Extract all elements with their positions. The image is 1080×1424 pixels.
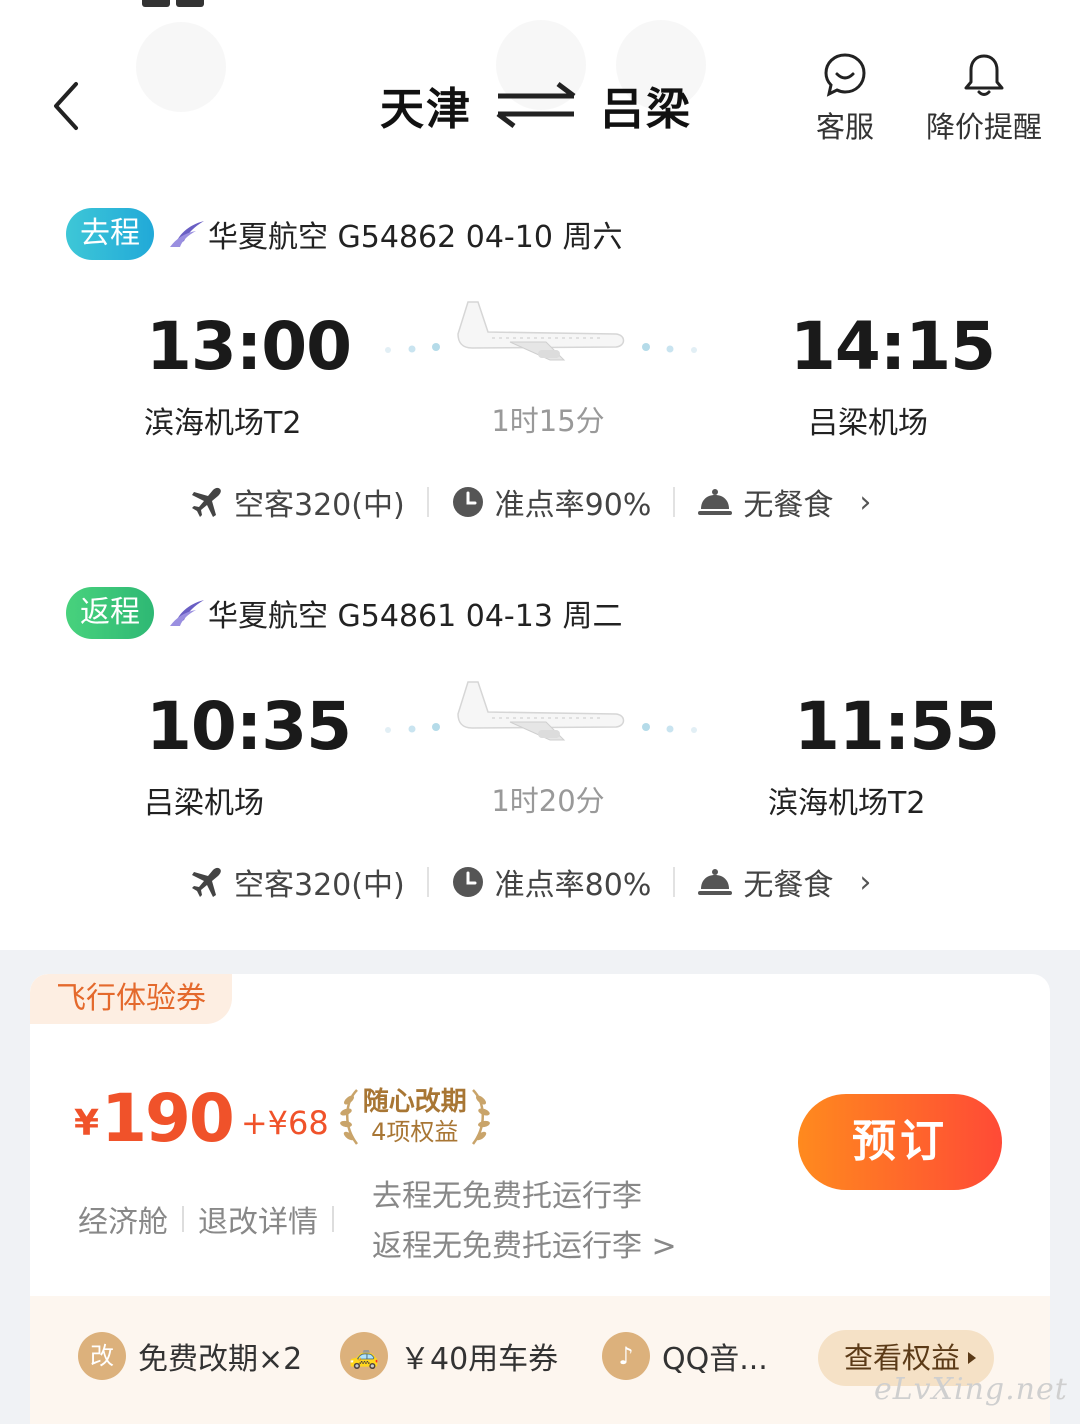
clock-icon bbox=[452, 487, 483, 517]
perk-car-voucher[interactable]: 🚕 ￥40用车券 bbox=[340, 1332, 558, 1380]
flight-summary-panel: 天津 吕梁 客服 降价提醒 去程 华夏航空 G54862 04-10 周六 13… bbox=[0, 0, 1080, 950]
outbound-header: 去程 华夏航空 G54862 04-10 周六 bbox=[66, 207, 622, 261]
customer-service-button[interactable]: 客服 bbox=[808, 52, 882, 146]
bell-icon bbox=[964, 54, 1004, 96]
refund-details-link[interactable]: 退改详情 bbox=[198, 1197, 318, 1241]
status-bar-signal bbox=[142, 0, 234, 7]
divider bbox=[673, 867, 676, 897]
price-alert-button[interactable]: 降价提醒 bbox=[924, 52, 1044, 146]
perk-label: ￥40用车券 bbox=[400, 1342, 559, 1377]
airplane-illustration bbox=[385, 681, 697, 741]
cabin-class: 经济舱 bbox=[78, 1205, 168, 1240]
benefit-title: 随心改期 bbox=[362, 1087, 467, 1117]
chevron-right-icon: › bbox=[859, 864, 872, 900]
perk-label: QQ音... bbox=[662, 1342, 768, 1377]
change-icon: 改 bbox=[78, 1332, 126, 1380]
outbound-badge: 去程 bbox=[66, 208, 154, 260]
airplane-icon bbox=[192, 867, 221, 897]
divider bbox=[426, 487, 429, 517]
outbound-aircraft-label: 空客320(中) bbox=[234, 488, 405, 523]
route-title: 天津 吕梁 bbox=[380, 70, 710, 140]
coupon-tag: 飞行体验券 bbox=[30, 974, 232, 1024]
airplane-illustration bbox=[385, 301, 697, 361]
meal-bell-icon bbox=[698, 869, 733, 895]
swap-arrows-icon[interactable] bbox=[494, 80, 578, 130]
outbound-on-time: 准点率90% bbox=[451, 480, 652, 524]
price-row: ¥ 190 +¥68 随心改期 4项权益 bbox=[74, 1072, 493, 1152]
from-city: 天津 bbox=[380, 84, 472, 135]
chat-bubble-icon bbox=[824, 53, 866, 97]
outbound-arrive-time: 14:15 bbox=[790, 308, 996, 385]
outbound-meal-label: 无餐食 bbox=[743, 488, 834, 523]
return-details-row[interactable]: 空客320(中) 准点率80% 无餐食 › bbox=[190, 857, 871, 907]
divider bbox=[332, 1206, 334, 1232]
return-duration: 1时20分 bbox=[491, 784, 605, 818]
currency-symbol: ¥ bbox=[74, 1103, 100, 1144]
laurel-left-icon bbox=[339, 1089, 358, 1145]
divider bbox=[426, 867, 429, 897]
outbound-duration: 1时15分 bbox=[491, 404, 605, 438]
outbound-details-row[interactable]: 空客320(中) 准点率90% 无餐食 › bbox=[190, 477, 871, 527]
fare-price: 190 bbox=[101, 1080, 235, 1157]
return-meal: 无餐食 bbox=[697, 860, 833, 904]
airline-logo-icon bbox=[170, 600, 204, 626]
addon-price: +¥68 bbox=[240, 1104, 329, 1142]
return-arrive-airport: 滨海机场T2 bbox=[768, 786, 926, 821]
benefit-text: 随心改期 4项权益 bbox=[363, 1087, 467, 1147]
return-header: 返程 华夏航空 G54861 04-13 周二 bbox=[66, 586, 622, 640]
outbound-depart-airport: 滨海机场T2 bbox=[144, 406, 302, 441]
return-flight-info: 华夏航空 G54861 04-13 周二 bbox=[208, 599, 623, 634]
return-badge: 返程 bbox=[66, 587, 154, 639]
benefit-subtitle: 4项权益 bbox=[371, 1118, 459, 1146]
laurel-right-icon bbox=[471, 1089, 490, 1145]
customer-service-label: 客服 bbox=[815, 110, 874, 144]
airline-logo-icon bbox=[170, 221, 204, 247]
outbound-flight-info: 华夏航空 G54862 04-10 周六 bbox=[208, 220, 623, 255]
return-aircraft-label: 空客320(中) bbox=[234, 868, 405, 903]
watermark: eLvXing.net bbox=[874, 1372, 1068, 1407]
baggage-return: 返程无免费托运行李 > bbox=[372, 1229, 677, 1264]
book-button[interactable]: 预订 bbox=[798, 1094, 1002, 1190]
outbound-on-time-label: 准点率90% bbox=[494, 488, 652, 523]
back-button[interactable] bbox=[46, 78, 90, 134]
outbound-meal: 无餐食 bbox=[697, 480, 833, 524]
baggage-info[interactable]: 去程无免费托运行李 返程无免费托运行李 > bbox=[372, 1172, 677, 1272]
return-meal-label: 无餐食 bbox=[743, 868, 834, 903]
return-depart-time: 10:35 bbox=[146, 688, 352, 765]
meal-bell-icon bbox=[698, 489, 733, 515]
decorative-blob bbox=[136, 22, 226, 112]
chevron-right-icon: › bbox=[859, 484, 872, 520]
price-alert-label: 降价提醒 bbox=[925, 110, 1042, 144]
airplane-icon bbox=[192, 487, 221, 517]
divider bbox=[182, 1206, 184, 1232]
outbound-depart-time: 13:00 bbox=[146, 308, 352, 385]
perk-qq-music[interactable]: ♪ QQ音... bbox=[602, 1332, 768, 1380]
fare-card: 飞行体验券 ¥ 190 +¥68 随心改期 4项权益 经济舱 退改详情 去程无免… bbox=[30, 974, 1050, 1424]
return-on-time-label: 准点率80% bbox=[494, 868, 652, 903]
return-arrive-time: 11:55 bbox=[794, 688, 1000, 765]
divider bbox=[673, 487, 676, 517]
clock-icon bbox=[452, 867, 483, 897]
benefit-badge[interactable]: 随心改期 4项权益 bbox=[337, 1086, 493, 1148]
car-icon: 🚕 bbox=[340, 1332, 388, 1380]
baggage-outbound: 去程无免费托运行李 bbox=[372, 1179, 642, 1214]
chevron-left-icon bbox=[54, 82, 78, 130]
perk-free-change[interactable]: 改 免费改期×2 bbox=[78, 1332, 302, 1380]
return-on-time: 准点率80% bbox=[451, 860, 652, 904]
return-depart-airport: 吕梁机场 bbox=[144, 786, 264, 821]
return-aircraft: 空客320(中) bbox=[190, 860, 405, 904]
music-icon: ♪ bbox=[602, 1332, 650, 1380]
cabin-row: 经济舱 退改详情 bbox=[78, 1194, 348, 1244]
outbound-aircraft: 空客320(中) bbox=[190, 480, 405, 524]
perk-label: 免费改期×2 bbox=[138, 1342, 303, 1377]
outbound-arrive-airport: 吕梁机场 bbox=[808, 406, 928, 441]
to-city: 吕梁 bbox=[600, 84, 692, 135]
